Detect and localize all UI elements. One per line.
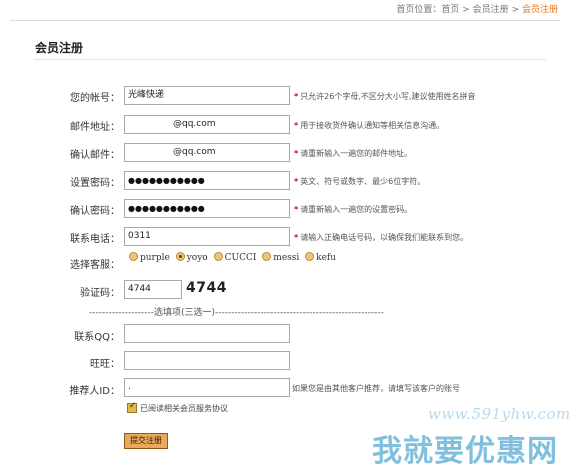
service-radio-group: purple yoyo CUCCI messi kefu <box>129 252 339 263</box>
breadcrumb-separator: > <box>462 5 470 15</box>
phone-hint: * 请输入正确电话号码，以确保我们能联系到您。 <box>294 233 469 242</box>
phone-label: 联系电话： <box>70 234 120 245</box>
email-confirm-hint: * 请重新输入一遍您的邮件地址。 <box>294 149 413 158</box>
breadcrumb-members-link[interactable]: 会员注册 <box>473 5 509 15</box>
referrer-hint: 如果您是由其他客户推荐，请填写该客户的账号 <box>292 384 460 393</box>
page-title: 会员注册 <box>35 41 84 55</box>
service-option-purple[interactable]: purple <box>129 252 170 263</box>
account-hint: * 只允许26个字母,不区分大小写,建议使用姓名拼音 <box>294 92 476 101</box>
email-confirm-label: 确认邮件： <box>70 150 120 161</box>
password-hint-text: 英文、符号或数字、最少6位字符。 <box>300 177 426 186</box>
service-option-cucci[interactable]: CUCCI <box>213 252 256 263</box>
email-confirm-hint-text: 请重新输入一遍您的邮件地址。 <box>300 149 413 158</box>
breadcrumb-separator: > <box>511 5 520 15</box>
breadcrumb-current: 会员注册 <box>521 5 558 15</box>
wangwang-label: 旺旺： <box>90 359 120 370</box>
password-label: 设置密码： <box>70 178 120 189</box>
email-hint: * 用于接收货件确认通知等相关信息沟通。 <box>294 121 445 130</box>
service-label: 选择客服： <box>70 260 120 271</box>
submit-register-button[interactable]: 提交注册 <box>124 433 168 449</box>
password-hint: * 英文、符号或数字、最少6位字符。 <box>294 177 426 186</box>
optional-section-separator: --------------------选填项(三选一)------------… <box>89 308 384 318</box>
qq-input[interactable] <box>124 324 290 343</box>
password-confirm-label: 确认密码： <box>70 206 120 217</box>
title-divider <box>34 59 546 60</box>
email-input[interactable]: @qq.com <box>124 115 290 134</box>
wangwang-input[interactable] <box>124 351 290 370</box>
qq-label: 联系QQ： <box>74 332 120 343</box>
radio-button-icon[interactable] <box>262 252 272 261</box>
service-option-kefu[interactable]: kefu <box>305 252 336 263</box>
top-divider <box>10 20 560 21</box>
phone-input[interactable]: 0311 <box>124 227 290 246</box>
captcha-label: 验证码： <box>80 288 120 299</box>
password-confirm-hint: * 请重新输入一遍您的设置密码。 <box>294 205 413 214</box>
password-confirm-hint-text: 请重新输入一遍您的设置密码。 <box>300 205 413 214</box>
email-hint-text: 用于接收货件确认通知等相关信息沟通。 <box>300 121 445 130</box>
account-label: 您的帐号： <box>70 93 120 104</box>
password-input[interactable]: ●●●●●●●●●●● <box>124 171 290 190</box>
email-confirm-input[interactable]: @qq.com <box>124 143 290 162</box>
watermark-url: www.591yhw.com <box>428 405 571 423</box>
phone-hint-text: 请输入正确电话号码，以确保我们能联系到您。 <box>300 233 469 242</box>
service-option-messi[interactable]: messi <box>262 252 299 263</box>
referrer-input[interactable]: . <box>124 378 290 397</box>
radio-button-icon[interactable] <box>129 252 138 261</box>
service-option-yoyo[interactable]: yoyo <box>175 252 208 263</box>
radio-button-selected-icon[interactable] <box>175 252 185 261</box>
captcha-image[interactable]: 4744 <box>186 280 227 296</box>
account-hint-text: 只允许26个字母,不区分大小写,建议使用姓名拼音 <box>300 92 476 101</box>
checkbox-checked-icon[interactable] <box>127 401 137 413</box>
account-input[interactable]: 光峰快递 <box>124 86 290 105</box>
captcha-input[interactable]: 4744 <box>124 280 182 299</box>
agreement-label: 已阅读相关会员服务协议 <box>140 404 228 413</box>
agreement-checkbox-row[interactable]: 已阅读相关会员服务协议 <box>127 401 228 414</box>
email-label: 邮件地址： <box>70 122 120 133</box>
password-confirm-input[interactable]: ●●●●●●●●●●● <box>124 199 290 218</box>
breadcrumb-prefix: 首页位置： <box>396 5 442 15</box>
watermark-logo-text: 我就要优惠网 <box>372 434 558 469</box>
breadcrumb: 首页位置：首页 > 会员注册 > 会员注册 <box>396 2 558 15</box>
referrer-label: 推荐人ID： <box>69 386 120 397</box>
radio-button-icon[interactable] <box>213 252 223 261</box>
breadcrumb-home-link[interactable]: 首页 <box>441 5 459 15</box>
radio-button-icon[interactable] <box>305 252 315 261</box>
